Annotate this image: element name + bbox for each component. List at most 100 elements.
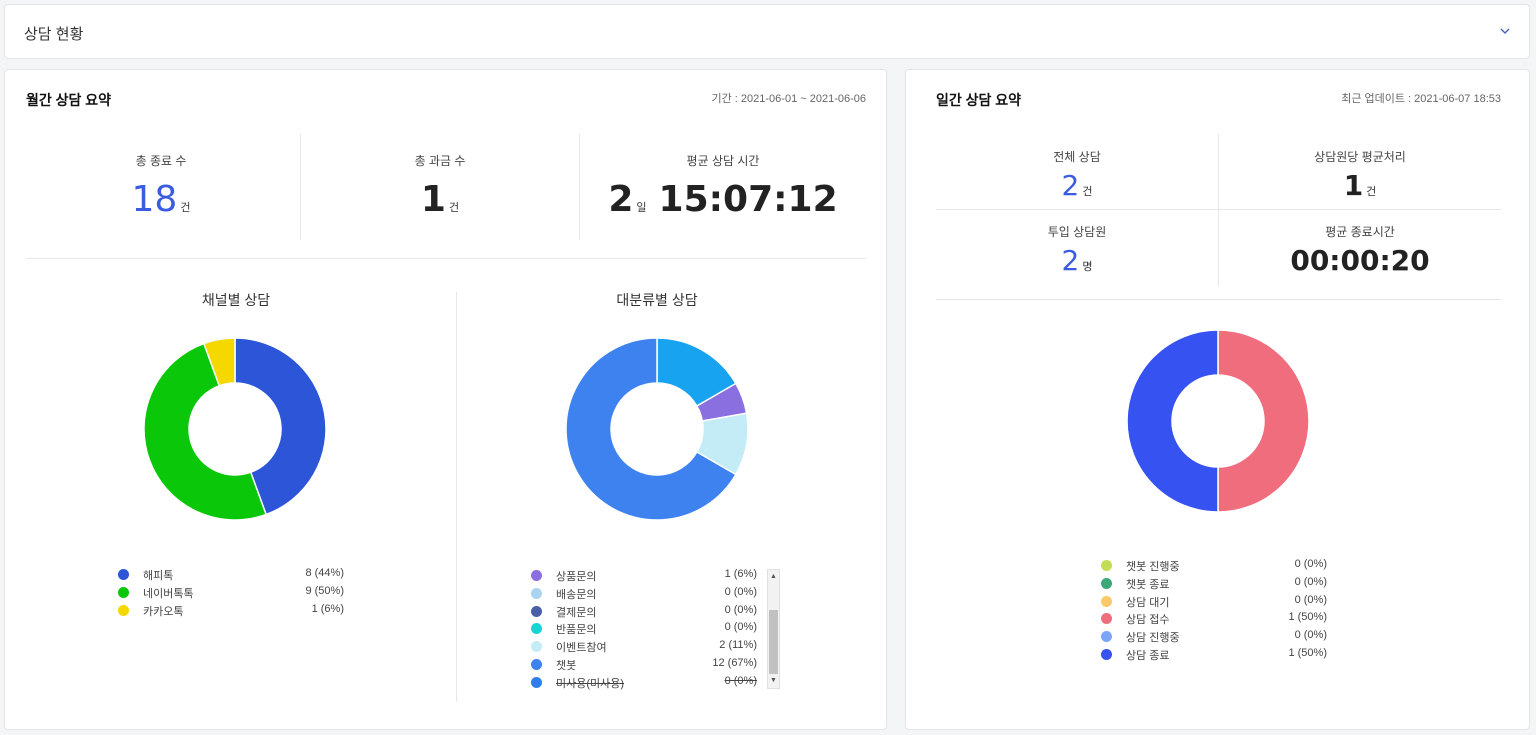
legend-item[interactable]: 해피톡 8 (44%) xyxy=(118,566,346,584)
legend-dot xyxy=(1101,631,1112,643)
legend-item[interactable]: 상담 대기 0 (0%) xyxy=(1101,593,1329,611)
legend-item[interactable]: 챗봇 진행중 0 (0%) xyxy=(1101,557,1329,575)
legend-item[interactable]: 이벤트참여 2 (11%) xyxy=(531,638,759,656)
legend-label: 챗봇 진행중 xyxy=(1126,561,1180,573)
legend-value: 12 (67%) xyxy=(712,656,757,669)
legend-item[interactable]: 네이버톡톡 9 (50%) xyxy=(118,584,346,602)
legend-item[interactable]: 챗봇 12 (67%) xyxy=(531,656,759,674)
scroll-thumb[interactable] xyxy=(769,610,778,674)
all-consult-stat: 전체 상담 2건 xyxy=(936,148,1218,202)
daily-updated: 최근 업데이트 : 2021-06-07 18:53 xyxy=(1341,93,1501,105)
total-closed-unit: 건 xyxy=(180,202,191,214)
category-legend: 상품문의 1 (6%) 배송문의 0 (0%) 결제문의 0 (0%) 반품문의 0 (0%)… xyxy=(531,567,759,692)
legend-label: 상담 접수 xyxy=(1126,614,1170,627)
legend-dot xyxy=(531,658,542,670)
legend-label: 카카오톡 xyxy=(143,605,184,618)
legend-item[interactable]: 상품문의 1 (6%) xyxy=(531,567,759,585)
legend-item[interactable]: 결제문의 0 (0%) xyxy=(531,603,759,621)
legend-label: 결제문의 xyxy=(556,606,597,619)
legend-item[interactable]: 상담 접수 1 (50%) xyxy=(1101,610,1329,628)
channel-chart-title: 채널별 상담 xyxy=(201,292,271,308)
agents-value: 2 xyxy=(1061,244,1080,277)
legend-item[interactable]: 미사용(미사용) 0 (0%) xyxy=(531,674,759,692)
avg-close-value: 00:00:20 xyxy=(1290,244,1430,277)
avg-per-agent-stat: 상담원당 평균처리 1건 xyxy=(1219,148,1501,202)
avg-time-stat: 평균 상담 시간 2 일 15:07:12 xyxy=(580,152,866,220)
daily-status-donut-chart xyxy=(1126,329,1310,513)
legend-value: 2 (11%) xyxy=(719,639,757,652)
agents-unit: 명 xyxy=(1082,261,1093,273)
legend-value: 0 (0%) xyxy=(724,621,757,634)
monthly-period: 기간 : 2021-06-01 ~ 2021-06-06 xyxy=(711,93,866,105)
legend-label: 챗봇 xyxy=(556,659,577,672)
all-consult-unit: 건 xyxy=(1082,186,1093,198)
legend-label: 해피톡 xyxy=(143,570,174,582)
avg-close-stat: 평균 종료시간 00:00:20 xyxy=(1219,223,1501,277)
total-closed-label: 총 종료 수 xyxy=(135,154,187,168)
legend-dot xyxy=(1101,595,1112,607)
total-billed-unit: 건 xyxy=(448,202,460,214)
legend-item[interactable]: 상담 종료 1 (50%) xyxy=(1101,646,1329,664)
legend-value: 9 (50%) xyxy=(305,584,344,597)
avg-close-label: 평균 종료시간 xyxy=(1325,225,1395,239)
scroll-up-icon[interactable]: ▲ xyxy=(768,570,779,584)
legend-value: 0 (0%) xyxy=(724,603,757,616)
section-title: 상담 현황 xyxy=(24,26,84,43)
total-closed-stat: 총 종료 수 18 건 xyxy=(26,152,296,220)
section-header: 상담 현황 xyxy=(4,4,1530,59)
total-billed-stat: 총 과금 수 1건 xyxy=(301,152,579,220)
legend-label: 배송문의 xyxy=(556,588,597,601)
chevron-down-icon[interactable] xyxy=(1495,21,1515,41)
agents-stat: 투입 상담원 2명 xyxy=(936,223,1218,277)
channel-legend: 해피톡 8 (44%) 네이버톡톡 9 (50%) 카카오톡 1 (6%) xyxy=(118,566,346,619)
legend-label: 상담 대기 xyxy=(1126,596,1170,609)
legend-scrollbar[interactable]: ▲ ▼ xyxy=(767,569,780,689)
legend-item[interactable]: 상담 진행중 0 (0%) xyxy=(1101,628,1329,646)
legend-item[interactable]: 챗봇 종료 0 (0%) xyxy=(1101,575,1329,593)
legend-value: 0 (0%) xyxy=(1294,593,1327,606)
daily-title: 일간 상담 요약 xyxy=(936,92,1022,108)
donut-slice[interactable] xyxy=(1217,329,1310,513)
category-donut-chart xyxy=(565,337,749,521)
legend-dot xyxy=(1101,577,1112,589)
category-chart-title: 대분류별 상담 xyxy=(616,292,698,308)
legend-item[interactable]: 배송문의 0 (0%) xyxy=(531,585,759,603)
legend-label: 네이버톡톡 xyxy=(143,587,194,600)
total-billed-label: 총 과금 수 xyxy=(414,154,466,168)
avg-time-days-unit: 일 xyxy=(636,202,647,214)
avg-time-clock: 15:07:12 xyxy=(658,179,838,220)
legend-item[interactable]: 카카오톡 1 (6%) xyxy=(118,602,346,620)
legend-value: 0 (0%) xyxy=(724,585,757,598)
legend-dot xyxy=(118,586,129,598)
avg-per-agent-label: 상담원당 평균처리 xyxy=(1314,150,1406,164)
divider xyxy=(26,258,866,259)
legend-value: 0 (0%) xyxy=(1294,558,1327,570)
legend-label: 이벤트참여 xyxy=(556,642,607,655)
legend-dot xyxy=(531,587,542,599)
legend-value: 1 (50%) xyxy=(1288,611,1327,624)
agents-label: 투입 상담원 xyxy=(1047,225,1107,239)
legend-dot xyxy=(531,605,542,617)
legend-label: 반품문의 xyxy=(556,624,597,637)
scroll-down-icon[interactable]: ▼ xyxy=(768,674,779,688)
legend-dot xyxy=(1101,613,1112,625)
legend-value: 0 (0%) xyxy=(724,674,757,687)
daily-status-legend: 챗봇 진행중 0 (0%) 챗봇 종료 0 (0%) 상담 대기 0 (0%) 상담 접수 1… xyxy=(1101,557,1329,664)
legend-label: 상담 종료 xyxy=(1126,649,1170,662)
legend-dot xyxy=(1101,648,1112,660)
legend-dot xyxy=(531,641,542,653)
monthly-title: 월간 상담 요약 xyxy=(26,92,112,108)
channel-donut-chart xyxy=(143,337,327,521)
legend-value: 1 (6%) xyxy=(724,568,757,580)
legend-value: 1 (50%) xyxy=(1288,646,1327,659)
legend-dot xyxy=(531,570,542,581)
legend-value: 1 (6%) xyxy=(311,602,344,615)
legend-dot xyxy=(1101,560,1112,571)
legend-item[interactable]: 반품문의 0 (0%) xyxy=(531,620,759,638)
donut-slice[interactable] xyxy=(1126,329,1219,513)
total-billed-value: 1 xyxy=(420,179,446,220)
legend-value: 8 (44%) xyxy=(305,567,344,579)
avg-time-label: 평균 상담 시간 xyxy=(686,154,760,168)
legend-label: 상품문의 xyxy=(556,571,597,583)
all-consult-label: 전체 상담 xyxy=(1053,150,1101,164)
